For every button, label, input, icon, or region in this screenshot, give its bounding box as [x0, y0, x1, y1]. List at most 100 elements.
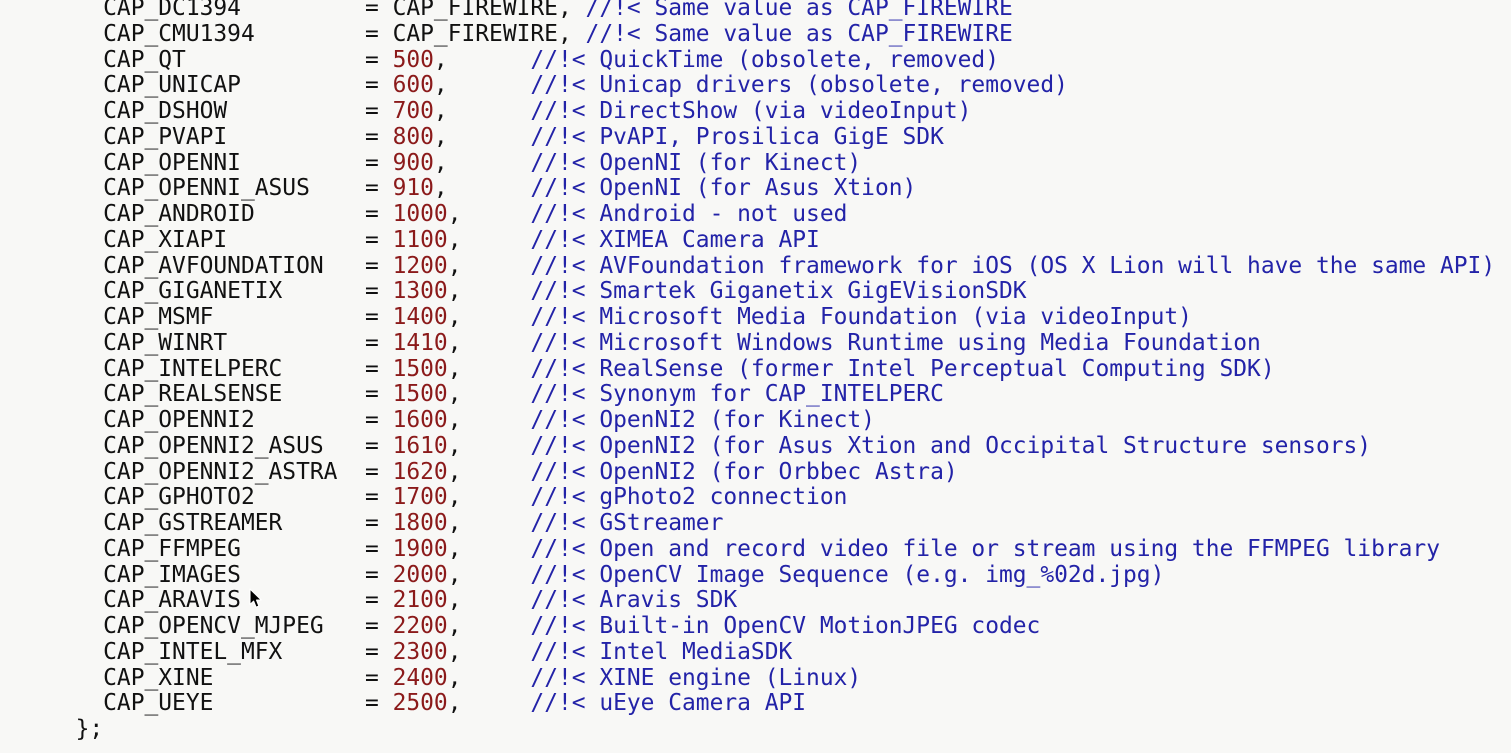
doc-comment: //!< OpenCV Image Sequence (e.g. img_%02… — [530, 561, 1165, 588]
code-line[interactable]: CAP_CMU1394 = CAP_FIREWIRE, //!< Same va… — [0, 20, 1511, 48]
code-line[interactable]: CAP_INTELPERC = 1500, //!< RealSense (fo… — [0, 355, 1511, 383]
comma-separator: , — [447, 638, 462, 665]
code-line[interactable]: CAP_PVAPI = 800, //!< PvAPI, Prosilica G… — [0, 123, 1511, 151]
doc-comment: //!< Open and record video file or strea… — [530, 535, 1440, 562]
code-line[interactable]: CAP_INTEL_MFX = 2300, //!< Intel MediaSD… — [0, 638, 1511, 666]
comma-separator: , — [447, 613, 462, 639]
assignment-operator: = — [364, 664, 393, 691]
comma-separator: , — [433, 175, 448, 202]
code-line[interactable]: CAP_DC1394 = CAP_FIREWIRE, //!< Same val… — [0, 0, 1511, 22]
code-viewer[interactable]: CAP_DC1394 = CAP_FIREWIRE, //!< Same val… — [0, 0, 1511, 753]
code-line[interactable]: CAP_QT = 500, //!< QuickTime (obsolete, … — [0, 46, 1511, 74]
enum-value-number: 800 — [392, 123, 434, 150]
comma-separator: , — [447, 587, 462, 614]
enum-constant-name: CAP_OPENNI_ASUS — [48, 175, 365, 202]
doc-comment: //!< GStreamer — [530, 510, 724, 536]
code-line[interactable]: CAP_FFMPEG = 1900, //!< Open and record … — [0, 535, 1511, 563]
enum-value-number: 2500 — [392, 690, 448, 717]
enum-constant-name: CAP_OPENNI — [48, 149, 365, 176]
code-line-closing-brace[interactable]: }; — [0, 716, 1511, 743]
code-line[interactable]: CAP_OPENNI_ASUS = 910, //!< OpenNI (for … — [0, 175, 1511, 202]
code-line[interactable]: CAP_GPHOTO2 = 1700, //!< gPhoto2 connect… — [0, 484, 1511, 511]
comma-separator: , — [447, 252, 462, 279]
doc-comment: //!< Unicap drivers (obsolete, removed) — [530, 72, 1068, 99]
doc-comment: //!< OpenNI (for Kinect) — [530, 149, 862, 176]
enum-value-identifier: CAP_FIREWIRE — [392, 0, 558, 21]
code-line[interactable]: CAP_OPENNI2_ASTRA = 1620, //!< OpenNI2 (… — [0, 458, 1511, 486]
code-line[interactable]: CAP_REALSENSE = 1500, //!< Synonym for C… — [0, 381, 1511, 408]
code-listing: CAP_DC1394 = CAP_FIREWIRE, //!< Same val… — [0, 0, 1511, 743]
assignment-operator: = — [364, 355, 393, 382]
enum-value-number: 1610 — [392, 432, 448, 459]
code-line[interactable]: CAP_WINRT = 1410, //!< Microsoft Windows… — [0, 330, 1511, 357]
comma-separator: , — [447, 510, 462, 536]
enum-value-identifier: CAP_FIREWIRE — [392, 20, 558, 47]
enum-constant-name: CAP_OPENNI2_ASUS — [48, 432, 365, 459]
assignment-operator: = — [364, 46, 393, 73]
enum-value-number: 700 — [392, 98, 434, 124]
comma-separator: , — [447, 458, 462, 485]
code-line[interactable]: CAP_XIAPI = 1100, //!< XIMEA Camera API — [0, 226, 1511, 254]
assignment-operator: = — [364, 613, 393, 639]
assignment-operator: = — [364, 407, 393, 433]
doc-comment: //!< Smartek Giganetix GigEVisionSDK — [530, 278, 1027, 305]
assignment-operator: = — [364, 458, 393, 485]
enum-constant-name: CAP_XINE — [48, 664, 365, 691]
assignment-operator: = — [364, 226, 393, 253]
assignment-operator: = — [364, 484, 393, 511]
code-line[interactable]: CAP_UNICAP = 600, //!< Unicap drivers (o… — [0, 72, 1511, 99]
doc-comment: //!< AVFoundation framework for iOS (OS … — [530, 252, 1496, 279]
code-line[interactable]: CAP_OPENCV_MJPEG = 2200, //!< Built-in O… — [0, 613, 1511, 640]
code-line[interactable]: CAP_GSTREAMER = 1800, //!< GStreamer — [0, 510, 1511, 537]
assignment-operator: = — [364, 304, 393, 330]
code-line[interactable]: CAP_ANDROID = 1000, //!< Android - not u… — [0, 201, 1511, 228]
assignment-operator: = — [364, 535, 393, 562]
comma-separator: , — [447, 664, 462, 691]
code-line[interactable]: CAP_OPENNI = 900, //!< OpenNI (for Kinec… — [0, 149, 1511, 177]
enum-constant-name: CAP_ARAVIS — [48, 587, 365, 614]
comma-separator: , — [447, 561, 462, 588]
code-line[interactable]: CAP_MSMF = 1400, //!< Microsoft Media Fo… — [0, 304, 1511, 331]
comma-separator: , — [447, 201, 462, 227]
code-line[interactable]: CAP_AVFOUNDATION = 1200, //!< AVFoundati… — [0, 252, 1511, 280]
comma-separator: , — [447, 278, 462, 305]
code-line[interactable]: CAP_UEYE = 2500, //!< uEye Camera API — [0, 690, 1511, 717]
code-line[interactable]: CAP_GIGANETIX = 1300, //!< Smartek Gigan… — [0, 278, 1511, 305]
doc-comment: //!< OpenNI2 (for Asus Xtion and Occipit… — [530, 432, 1372, 459]
comma-separator: , — [447, 407, 462, 433]
code-line[interactable]: CAP_OPENNI2 = 1600, //!< OpenNI2 (for Ki… — [0, 407, 1511, 434]
code-line[interactable]: CAP_OPENNI2_ASUS = 1610, //!< OpenNI2 (f… — [0, 432, 1511, 460]
enum-constant-name: CAP_GPHOTO2 — [48, 484, 365, 511]
code-line[interactable]: CAP_XINE = 2400, //!< XINE engine (Linux… — [0, 664, 1511, 692]
enum-constant-name: CAP_REALSENSE — [48, 381, 365, 408]
enum-constant-name: CAP_ANDROID — [48, 201, 365, 227]
enum-constant-name: CAP_PVAPI — [48, 123, 365, 150]
doc-comment: //!< DirectShow (via videoInput) — [530, 98, 972, 124]
comma-separator: , — [447, 535, 462, 562]
doc-comment: //!< Same value as CAP_FIREWIRE — [585, 0, 1013, 21]
comma-separator: , — [433, 46, 448, 73]
enum-value-number: 600 — [392, 72, 434, 99]
enum-value-number: 2200 — [392, 613, 448, 639]
enum-constant-name: CAP_QT — [48, 46, 365, 73]
code-line[interactable]: CAP_ARAVIS = 2100, //!< Aravis SDK — [0, 587, 1511, 614]
assignment-operator: = — [364, 690, 393, 717]
doc-comment: //!< Synonym for CAP_INTELPERC — [530, 381, 944, 408]
comma-separator: , — [433, 72, 448, 99]
enum-constant-name: CAP_INTEL_MFX — [48, 638, 365, 665]
code-line[interactable]: CAP_DSHOW = 700, //!< DirectShow (via vi… — [0, 98, 1511, 125]
comma-separator: , — [447, 690, 462, 717]
doc-comment: //!< OpenNI2 (for Orbbec Astra) — [530, 458, 958, 485]
assignment-operator: = — [364, 201, 393, 227]
doc-comment: //!< uEye Camera API — [530, 690, 807, 717]
code-line[interactable]: CAP_IMAGES = 2000, //!< OpenCV Image Seq… — [0, 561, 1511, 589]
